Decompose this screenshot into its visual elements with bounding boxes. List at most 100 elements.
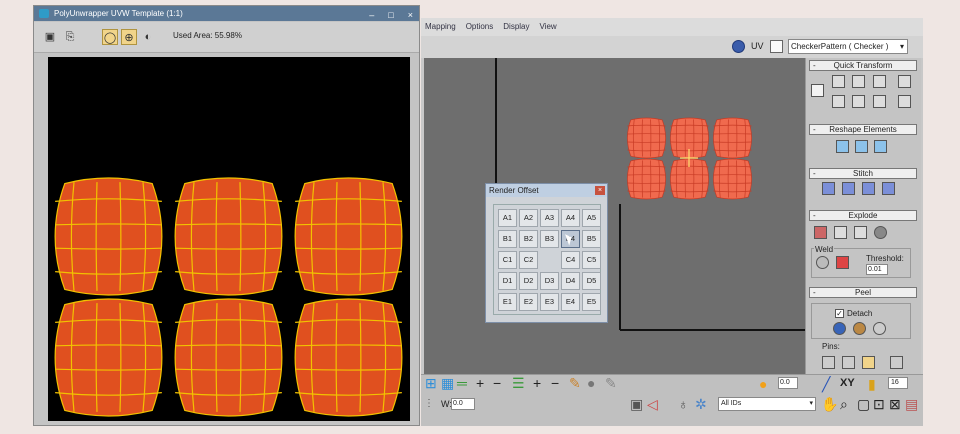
sun-icon[interactable]: ● (759, 377, 767, 391)
dialog-close-button[interactable]: × (595, 186, 605, 195)
circle-icon[interactable]: ◯ (102, 29, 118, 45)
offset-cell-e3[interactable]: E3 (540, 293, 559, 311)
checker-pattern-dropdown[interactable]: CheckerPattern ( Checker ) ▾ (788, 39, 908, 54)
offset-cell-e5[interactable]: E5 (582, 293, 601, 311)
contrast-icon[interactable]: ◐ (140, 29, 156, 45)
quick-peel-icon[interactable] (833, 322, 846, 335)
circularize-icon[interactable] (874, 140, 887, 153)
settings-icon[interactable]: ✲ (695, 397, 707, 411)
offset-cell-a3[interactable]: A3 (540, 209, 559, 227)
offset-cell-a2[interactable]: A2 (519, 209, 538, 227)
reset-peel-icon[interactable] (873, 322, 886, 335)
unpin-icon[interactable] (842, 356, 855, 369)
align-vertical-icon[interactable] (832, 95, 845, 108)
space-vertical-icon[interactable] (898, 95, 911, 108)
space-horizontal-icon[interactable] (898, 75, 911, 88)
section-stitch[interactable]: - Stitch (809, 168, 917, 179)
offset-cell-b3[interactable]: B3 (540, 230, 559, 248)
globe-icon[interactable] (732, 40, 745, 53)
offset-cell-e4[interactable]: E4 (561, 293, 580, 311)
freeform-icon[interactable]: ▦ (441, 376, 454, 390)
flatten-icon[interactable] (874, 226, 887, 239)
offset-cell-c2[interactable]: C2 (519, 251, 538, 269)
offset-cell-d4[interactable]: D4 (561, 272, 580, 290)
w-options-icon[interactable]: ⋮ (424, 397, 434, 411)
maximize-button[interactable]: □ (388, 8, 393, 23)
flatten-by-material-icon[interactable] (854, 226, 867, 239)
auto-pin-icon[interactable] (862, 356, 875, 369)
uv-template-canvas[interactable] (48, 57, 410, 421)
copy-icon[interactable]: ⎘ (62, 29, 78, 45)
align-diagonal-icon[interactable] (852, 75, 865, 88)
list-icon[interactable] (770, 40, 783, 53)
show-hide-icon[interactable]: ◁ (647, 397, 658, 411)
offset-cell-c5[interactable]: C5 (582, 251, 601, 269)
move-icon[interactable]: ⊞ (425, 376, 437, 390)
offset-cell-b1[interactable]: B1 (498, 230, 517, 248)
xy-toggle[interactable]: XY (840, 377, 855, 389)
offset-cell-e1[interactable]: E1 (498, 293, 517, 311)
stitch-to-source-icon[interactable] (862, 182, 875, 195)
bulb-icon[interactable]: ♁ (678, 397, 689, 411)
rotate-ccw-icon[interactable] (873, 95, 886, 108)
stitch-custom-icon[interactable] (882, 182, 895, 195)
section-explode[interactable]: - Explode (809, 210, 917, 221)
target-icon[interactable]: ⊕ (121, 29, 137, 45)
paint-shrink-icon[interactable]: ✎ (605, 376, 617, 390)
select-pins-icon[interactable] (890, 356, 903, 369)
zoom-all-icon[interactable]: ▤ (905, 397, 918, 411)
lscm-peel-icon[interactable] (853, 322, 866, 335)
add-icon[interactable]: + (476, 376, 484, 390)
detach-checkbox[interactable]: ✓ (835, 309, 844, 318)
shrink-icon[interactable]: − (551, 376, 559, 390)
pivot-icon[interactable] (811, 84, 824, 97)
minus-icon[interactable]: − (493, 376, 501, 390)
menu-view[interactable]: View (540, 18, 557, 36)
zoom-extents-icon[interactable]: ⊡ (873, 397, 885, 411)
ids-dropdown[interactable]: All IDs ▾ (718, 397, 816, 411)
grid-snap-icon[interactable]: ▮ (868, 377, 876, 391)
flatten-by-smoothing-icon[interactable] (834, 226, 847, 239)
offset-cell-b5[interactable]: B5 (582, 230, 601, 248)
save-icon[interactable]: ▣ (42, 29, 58, 45)
relax-icon[interactable] (855, 140, 868, 153)
w-input[interactable]: 0.0 (451, 398, 475, 410)
offset-cell-b2[interactable]: B2 (519, 230, 538, 248)
zoom-region-icon[interactable]: ▢ (857, 397, 870, 411)
pin-icon[interactable] (822, 356, 835, 369)
stitch-to-target-icon[interactable] (822, 182, 835, 195)
break-icon[interactable] (814, 226, 827, 239)
menu-mapping[interactable]: Mapping (425, 18, 456, 36)
grow-icon[interactable]: + (533, 376, 541, 390)
section-reshape-elements[interactable]: - Reshape Elements (809, 124, 917, 135)
zoom-input[interactable]: 0.0 (778, 377, 798, 389)
offset-cell-a1[interactable]: A1 (498, 209, 517, 227)
threshold-input[interactable]: 0.01 (866, 264, 888, 275)
straighten-selection-icon[interactable] (836, 140, 849, 153)
offset-cell-d5[interactable]: D5 (582, 272, 601, 290)
zoom-icon[interactable]: ⌕ (840, 397, 848, 411)
menu-options[interactable]: Options (466, 18, 494, 36)
grid-size-input[interactable]: 16 (888, 377, 908, 389)
offset-cell-d3[interactable]: D3 (540, 272, 559, 290)
offset-cell-a4[interactable]: A4 (561, 209, 580, 227)
offset-cell-d1[interactable]: D1 (498, 272, 517, 290)
menu-display[interactable]: Display (503, 18, 529, 36)
offset-cell-d2[interactable]: D2 (519, 272, 538, 290)
align-horizontal-icon[interactable] (832, 75, 845, 88)
minimize-button[interactable]: – (369, 8, 374, 23)
pan-icon[interactable]: ✋ (821, 397, 838, 411)
straighten-icon[interactable] (852, 95, 865, 108)
paint-grow-icon[interactable]: ● (587, 376, 595, 390)
line-tool-icon[interactable]: ╱ (822, 377, 830, 391)
uv-editor-viewport[interactable] (424, 58, 808, 374)
stitch-average-icon[interactable] (842, 182, 855, 195)
paint-select-icon[interactable]: ✎ (569, 376, 581, 390)
weld-selected-icon[interactable] (836, 256, 849, 269)
section-peel[interactable]: - Peel (809, 287, 917, 298)
offset-cell-a5[interactable]: A5 (582, 209, 601, 227)
zoom-selected-icon[interactable]: ⊠ (889, 397, 901, 411)
snap-icon[interactable]: ═ (457, 376, 467, 390)
offset-cell-c1[interactable]: C1 (498, 251, 517, 269)
rotate-icon[interactable] (873, 75, 886, 88)
